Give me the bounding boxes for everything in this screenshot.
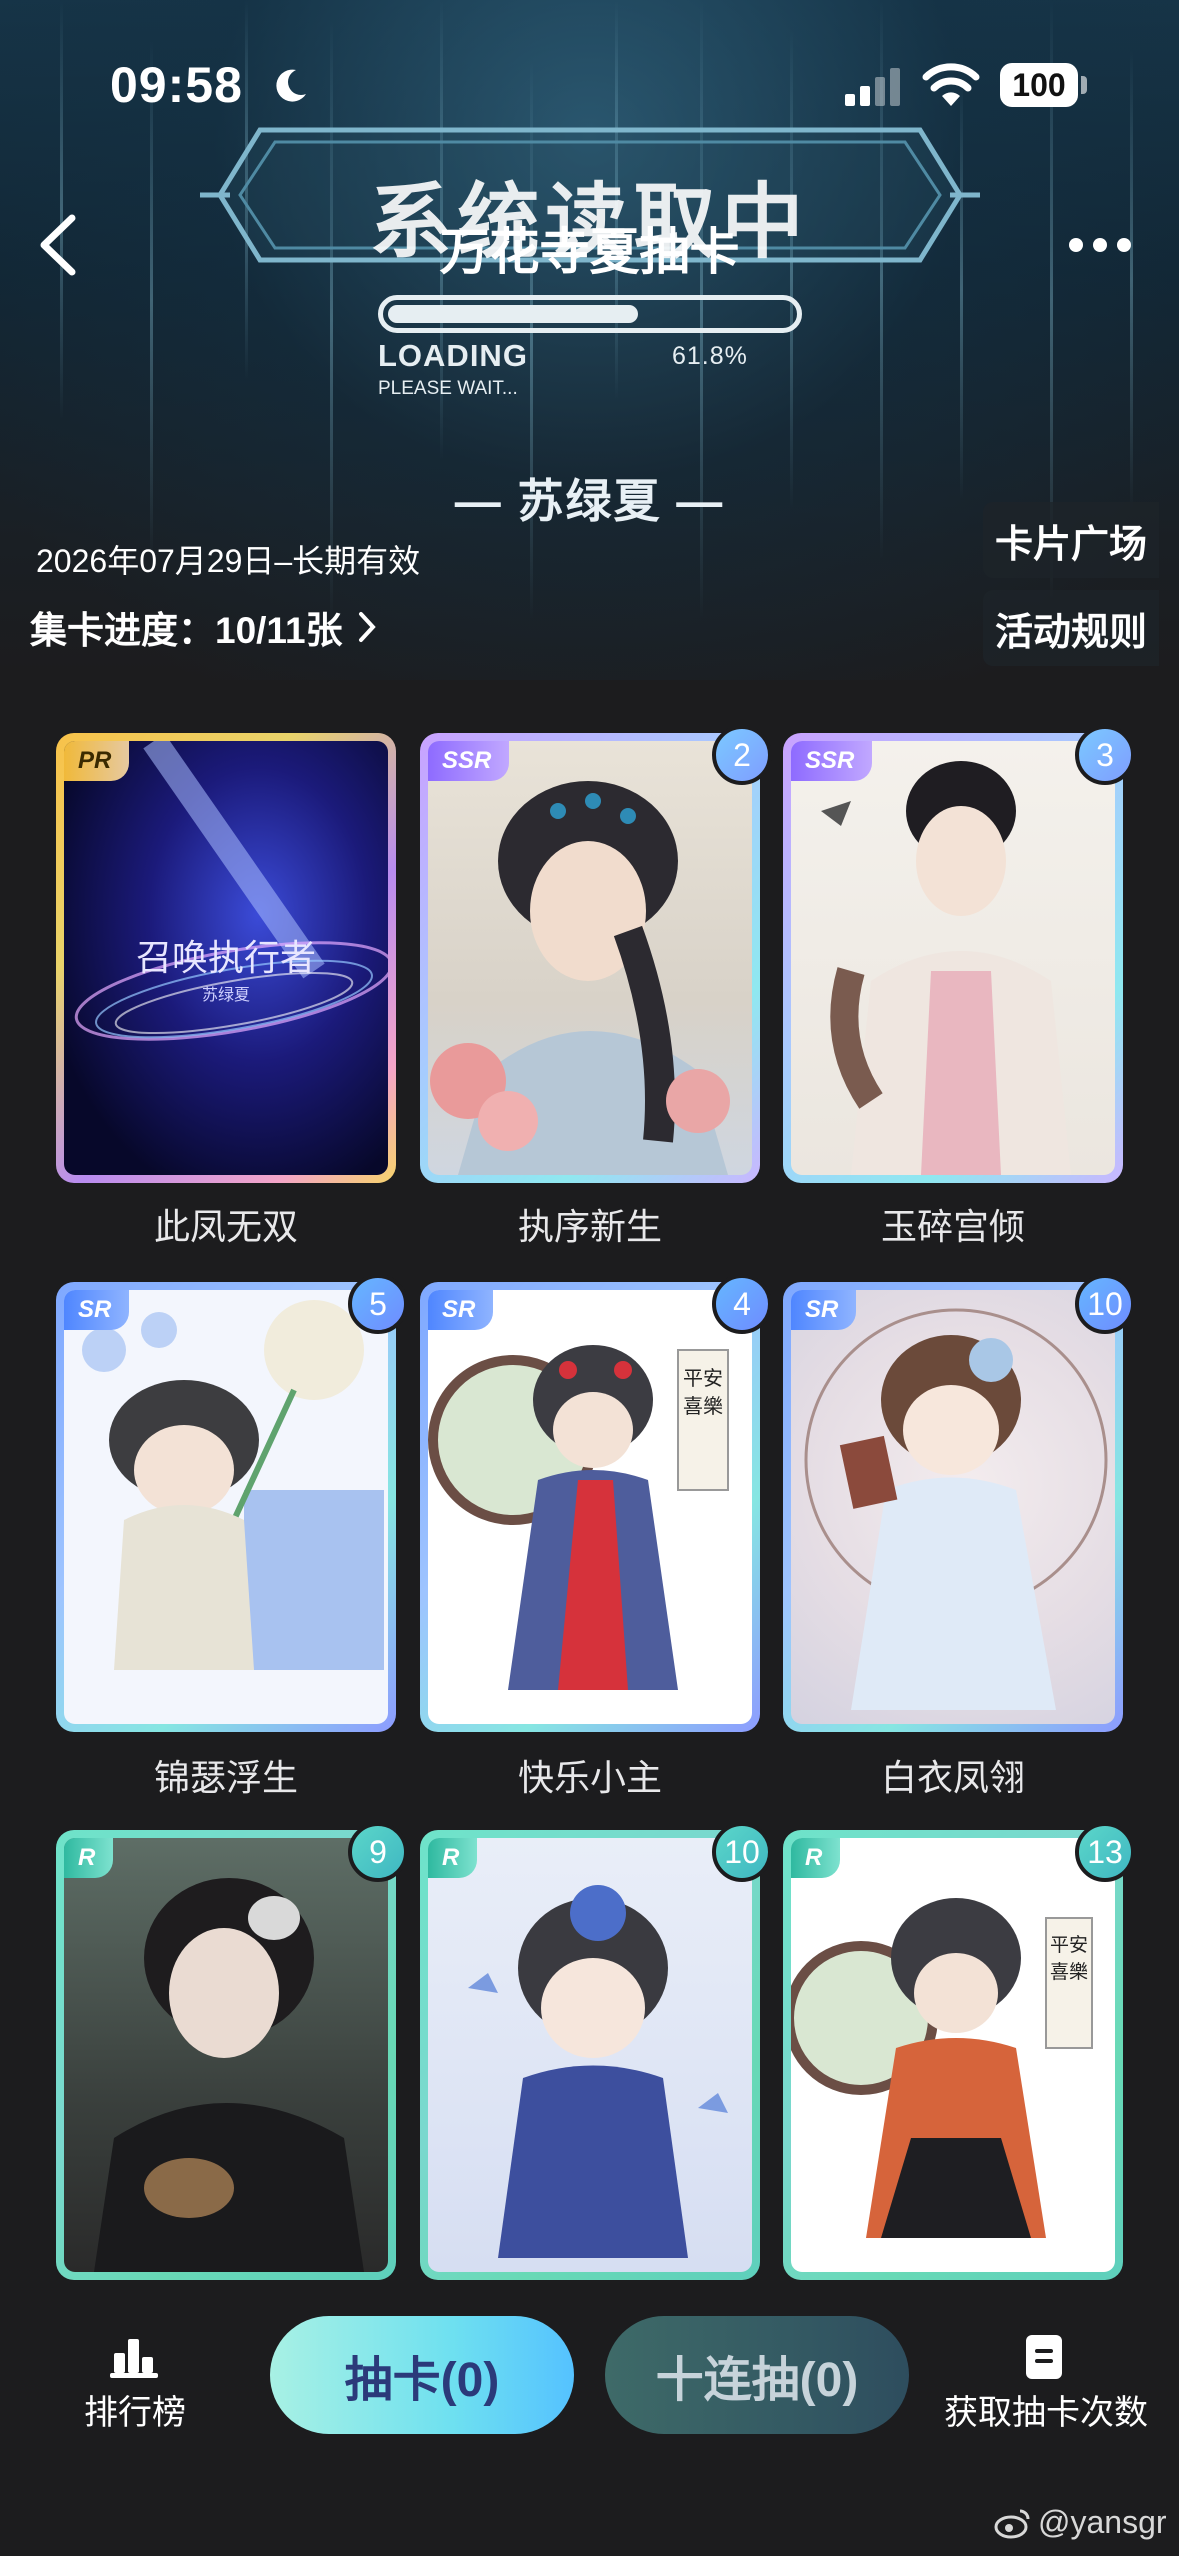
count-badge: 13 bbox=[1075, 1822, 1135, 1882]
card-art: 召唤执行者 苏绿夏 bbox=[64, 741, 388, 1175]
card-inner-subtitle: 苏绿夏 bbox=[201, 985, 250, 1004]
leaderboard-icon bbox=[110, 2339, 158, 2378]
portrait-art bbox=[430, 781, 730, 1175]
count-badge: 2 bbox=[712, 725, 772, 785]
status-time: 09:58 bbox=[110, 57, 243, 113]
rarity-badge: SSR bbox=[791, 741, 873, 781]
rarity-badge: R bbox=[428, 1838, 478, 1878]
card-inner-title: 召唤执行者 bbox=[135, 938, 316, 979]
wifi-icon bbox=[922, 63, 980, 106]
card-name: 执序新生 bbox=[517, 1206, 662, 1247]
chevron-right-icon bbox=[358, 612, 376, 642]
count-badge: 9 bbox=[348, 1822, 408, 1882]
chibi-art bbox=[82, 1300, 384, 1670]
chibi-art bbox=[468, 1885, 728, 2258]
loading-progress-bar bbox=[378, 295, 802, 333]
card-art bbox=[428, 741, 752, 1175]
watermark: @yansgr bbox=[994, 2504, 1167, 2541]
count-badge: 5 bbox=[348, 1274, 408, 1334]
portrait-art bbox=[821, 761, 1071, 1175]
please-wait-label: PLEASE WAIT... bbox=[378, 378, 518, 399]
rarity-badge: SSR bbox=[428, 741, 510, 781]
card-name: 锦瑟浮生 bbox=[153, 1757, 298, 1798]
card-art: 平安喜樂 bbox=[791, 1838, 1115, 2272]
card-item[interactable]: SR 5 bbox=[56, 1274, 408, 1732]
draw-button[interactable]: 抽卡(0) bbox=[270, 2316, 574, 2434]
card-name: 白衣凤翎 bbox=[880, 1757, 1025, 1798]
count-badge: 3 bbox=[1075, 725, 1135, 785]
signal-icon bbox=[845, 68, 900, 106]
card-name: 快乐小主 bbox=[517, 1757, 662, 1798]
card-item[interactable]: R 10 bbox=[420, 1822, 772, 2280]
rarity-badge: R bbox=[64, 1838, 114, 1878]
card-item[interactable]: 平安喜樂 SR 4 bbox=[420, 1274, 772, 1732]
card-art: 平安喜樂 bbox=[428, 1290, 752, 1724]
validity-period: 2026年07月29日–长期有效 bbox=[36, 543, 421, 579]
leaderboard-label: 排行榜 bbox=[84, 2394, 186, 2432]
card-square-button[interactable]: 卡片广场 bbox=[983, 502, 1159, 578]
card-item[interactable]: SSR 3 bbox=[783, 725, 1135, 1183]
chibi-art bbox=[428, 1345, 729, 1690]
card-name: 此凤无双 bbox=[153, 1206, 298, 1247]
loading-percent: 61.8% bbox=[672, 342, 748, 370]
collect-progress-label: 集卡进度：10/11张 bbox=[30, 610, 343, 651]
loading-progress-fill bbox=[388, 305, 638, 323]
portrait-art bbox=[94, 1878, 364, 2272]
card-item[interactable]: SR 10 bbox=[783, 1274, 1135, 1732]
card-art bbox=[791, 741, 1115, 1175]
rarity-badge: R bbox=[791, 1838, 841, 1878]
battery-tip bbox=[1081, 76, 1087, 94]
card-art bbox=[64, 1290, 388, 1724]
moon-icon bbox=[276, 69, 306, 102]
card-item[interactable]: SSR 2 bbox=[420, 725, 772, 1183]
count-badge: 4 bbox=[712, 1274, 772, 1334]
card-art bbox=[64, 1838, 388, 2272]
battery-indicator: 100 bbox=[1000, 63, 1078, 107]
count-badge: 10 bbox=[712, 1822, 772, 1882]
scroll-text: 平安喜樂 bbox=[1049, 1934, 1088, 1983]
chibi-art bbox=[791, 1898, 1093, 2238]
rarity-badge: SR bbox=[64, 1290, 130, 1330]
rarity-badge: PR bbox=[64, 741, 130, 781]
watermark-text: @yansgr bbox=[1038, 2504, 1167, 2540]
card-item[interactable]: R 9 bbox=[56, 1822, 408, 2280]
count-badge: 10 bbox=[1075, 1274, 1135, 1334]
card-art bbox=[428, 1838, 752, 2272]
ten-draw-button[interactable]: 十连抽(0) bbox=[605, 2316, 909, 2434]
get-draws-label: 获取抽卡次数 bbox=[944, 2394, 1148, 2432]
chibi-art bbox=[804, 1308, 1108, 1710]
page-title: 万花寺夏抽卡 bbox=[439, 224, 740, 280]
event-rules-button[interactable]: 活动规则 bbox=[983, 590, 1159, 666]
card-art bbox=[791, 1290, 1115, 1724]
ticket-icon bbox=[1026, 2335, 1062, 2379]
card-item[interactable]: 召唤执行者 苏绿夏 PR bbox=[56, 733, 396, 1183]
rarity-badge: SR bbox=[428, 1290, 494, 1330]
card-item[interactable]: 平安喜樂 R 13 bbox=[783, 1822, 1135, 2280]
loading-label: LOADING bbox=[378, 338, 528, 373]
rarity-badge: SR bbox=[791, 1290, 857, 1330]
scroll-text: 平安喜樂 bbox=[683, 1366, 723, 1418]
weibo-icon bbox=[994, 2509, 1030, 2538]
collect-progress-link[interactable]: 集卡进度：10/11张 bbox=[30, 600, 377, 654]
card-name: 玉碎宫倾 bbox=[880, 1206, 1025, 1247]
